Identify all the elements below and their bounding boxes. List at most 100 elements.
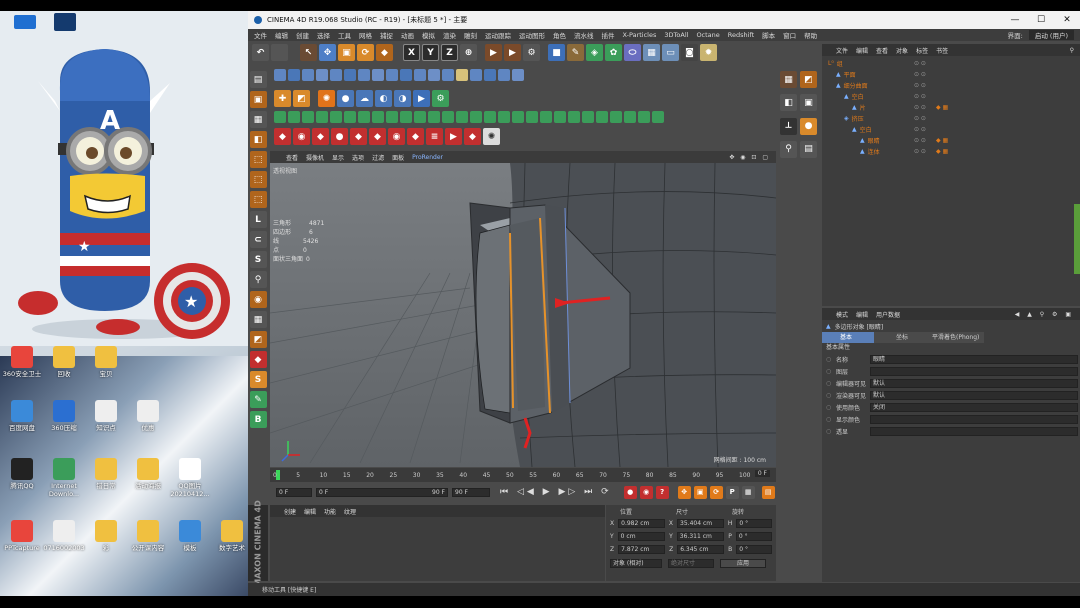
- green-plugin-icon[interactable]: [288, 111, 300, 123]
- size-mode-select[interactable]: 绝对尺寸: [668, 559, 714, 568]
- snap-icon[interactable]: S: [249, 251, 267, 268]
- om-object-name[interactable]: 空白: [860, 125, 872, 134]
- size-y-field[interactable]: 36.311 cm: [676, 532, 725, 541]
- green-plugin-icon[interactable]: [554, 111, 566, 123]
- menu-item[interactable]: 渲染: [443, 30, 456, 40]
- om-object-name[interactable]: 组: [837, 59, 843, 68]
- desktop-icon[interactable]: 优惠: [126, 400, 170, 432]
- phong-tag-icon[interactable]: ▣: [800, 94, 817, 112]
- plugin-icon[interactable]: [330, 69, 342, 81]
- green-plugin-icon[interactable]: [484, 111, 496, 123]
- tag-icons[interactable]: ◆ ▦: [936, 148, 948, 155]
- om-menu-item[interactable]: 文件: [836, 46, 848, 55]
- attr-nav-icons[interactable]: ◀ ▲ ⚲ ⚙ ▣: [1015, 311, 1080, 318]
- red-plugin-icon[interactable]: ◆: [350, 128, 367, 145]
- tag-icons[interactable]: ◆ ▦: [936, 104, 948, 111]
- visibility-dots-icon[interactable]: ⊙ ⊙: [914, 82, 926, 89]
- attr-value-field[interactable]: 默认: [870, 390, 1078, 400]
- rot-h-field[interactable]: 0 °: [736, 519, 772, 528]
- menu-item[interactable]: 流水线: [574, 30, 594, 40]
- move-tool-icon[interactable]: ✥: [319, 44, 336, 61]
- green-plugin-icon[interactable]: [512, 111, 524, 123]
- menu-item[interactable]: 窗口: [783, 30, 796, 40]
- om-menu-item[interactable]: 书签: [936, 46, 948, 55]
- visibility-dots-icon[interactable]: ⊙ ⊙: [914, 137, 926, 144]
- green-plugin-icon[interactable]: [652, 111, 664, 123]
- key-pos-icon[interactable]: ✥: [677, 485, 691, 499]
- undo-icon[interactable]: ↶: [252, 44, 269, 61]
- menu-item[interactable]: Redshift: [728, 31, 754, 39]
- om-object-row[interactable]: ▲ 眼睛 ⊙ ⊙ ◆ ▦: [822, 135, 1080, 146]
- current-frame-field[interactable]: 0 F: [276, 487, 312, 497]
- keyframe-dot-icon[interactable]: ○: [822, 380, 832, 387]
- desktop-icon[interactable]: 彩: [84, 520, 128, 552]
- key-scale-icon[interactable]: ▣: [693, 485, 707, 499]
- wave-tool-icon[interactable]: ◑: [394, 90, 411, 107]
- red-plugin-icon[interactable]: ◉: [388, 128, 405, 145]
- red-plugin-icon[interactable]: ◆: [464, 128, 481, 145]
- plugin-icon[interactable]: [372, 69, 384, 81]
- green-plugin-icon[interactable]: [540, 111, 552, 123]
- red-plugin-icon[interactable]: ◆: [369, 128, 386, 145]
- white-plugin-icon[interactable]: ✺: [483, 128, 500, 145]
- menu-item[interactable]: 编辑: [275, 30, 288, 40]
- soft-select-icon[interactable]: ◉: [249, 291, 267, 308]
- autokey-icon[interactable]: ◉: [639, 485, 653, 499]
- green-plugin-icon[interactable]: [470, 111, 482, 123]
- grid-icon[interactable]: ▦: [249, 311, 267, 328]
- target-icon[interactable]: ●: [800, 117, 817, 135]
- plugin-icon[interactable]: [274, 69, 286, 81]
- plugin-icon[interactable]: [484, 69, 496, 81]
- render-picture-viewer-icon[interactable]: ▶: [504, 44, 521, 61]
- om-scrollbar[interactable]: [1074, 204, 1080, 274]
- keyframe-dot-icon[interactable]: ○: [822, 392, 832, 399]
- om-object-row[interactable]: ▲ 空白 ⊙ ⊙: [822, 91, 1080, 102]
- coord-mode-select[interactable]: 对象 (相对): [610, 559, 662, 568]
- red-plugin-icon[interactable]: ▶: [445, 128, 462, 145]
- desktop-icon[interactable]: 宝贝: [84, 346, 128, 378]
- green-plugin-icon[interactable]: [568, 111, 580, 123]
- attr-menu-item[interactable]: 编辑: [856, 310, 868, 319]
- viewport-menu-item[interactable]: 显示: [332, 153, 344, 162]
- edge-tool-icon[interactable]: ◩: [293, 90, 310, 107]
- attr-value-field[interactable]: [870, 414, 1078, 424]
- viewport-nav-icons[interactable]: ✥ ◉ ⊡ ▢: [729, 154, 776, 161]
- timeline-window-icon[interactable]: ▤: [761, 485, 775, 499]
- green-plugin-icon[interactable]: [414, 111, 426, 123]
- recent-tool-icon[interactable]: ◆: [376, 44, 393, 61]
- plugin-icon[interactable]: [302, 69, 314, 81]
- y-axis-icon[interactable]: Y: [422, 44, 439, 61]
- model-mode-icon[interactable]: ▣: [249, 91, 267, 108]
- om-object-row[interactable]: ▲ 片 ⊙ ⊙ ◆ ▦: [822, 102, 1080, 113]
- menu-item[interactable]: 角色: [553, 30, 566, 40]
- green-plugin-icon[interactable]: [330, 111, 342, 123]
- attr-tab-phong[interactable]: 平滑着色(Phong): [926, 332, 984, 343]
- attr-value-field[interactable]: 默认: [870, 378, 1078, 388]
- desktop-icon[interactable]: Internet Downlo...: [42, 458, 86, 498]
- visibility-dots-icon[interactable]: ⊙ ⊙: [914, 148, 926, 155]
- om-object-row[interactable]: ▲ 细分曲面 ⊙ ⊙: [822, 80, 1080, 91]
- subdivision-icon[interactable]: ◈: [586, 44, 603, 61]
- red-plugin-icon[interactable]: ◆: [312, 128, 329, 145]
- make-editable-icon[interactable]: ▤: [249, 71, 267, 88]
- green-plugin-icon[interactable]: [428, 111, 440, 123]
- desktop-top-icon-2[interactable]: [54, 13, 76, 31]
- live-selection-icon[interactable]: ↖: [300, 44, 317, 61]
- material-menu-item[interactable]: 编辑: [304, 507, 316, 516]
- material-menu-item[interactable]: 创建: [284, 507, 296, 516]
- playback-controls[interactable]: ⏮ ◁◀ ▶ ▶▷ ⏭ ⟳: [500, 487, 612, 497]
- red-plugin-icon[interactable]: ◆: [274, 128, 291, 145]
- floor-icon[interactable]: ▦: [643, 44, 660, 61]
- layout-select[interactable]: 启动 (用户): [1028, 30, 1074, 40]
- green-plugin-icon[interactable]: [582, 111, 594, 123]
- layer-icon[interactable]: ◩: [249, 331, 267, 348]
- search-icon[interactable]: ⚲: [1070, 47, 1080, 54]
- menu-item[interactable]: 动画: [401, 30, 414, 40]
- array-icon[interactable]: ✿: [605, 44, 622, 61]
- menu-item[interactable]: 插件: [602, 30, 615, 40]
- tb-tool-icon[interactable]: B: [249, 411, 267, 428]
- desktop-icon[interactable]: 错日常: [84, 458, 128, 490]
- menu-item[interactable]: 模拟: [422, 30, 435, 40]
- plugin-icon[interactable]: [358, 69, 370, 81]
- close-button[interactable]: ✕: [1054, 15, 1080, 25]
